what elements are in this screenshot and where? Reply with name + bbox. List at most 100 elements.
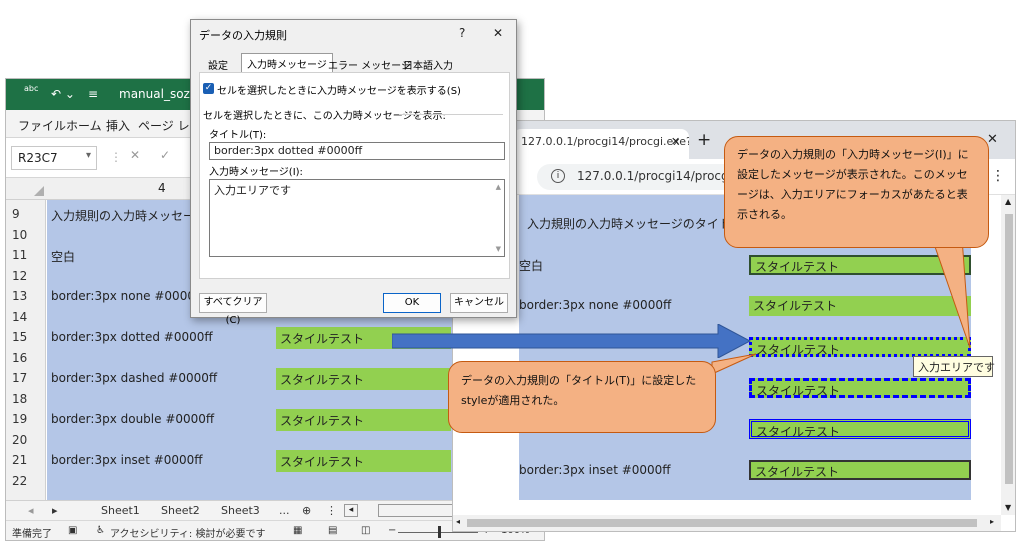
callout-pointer-top (931, 237, 971, 349)
cell-label[interactable]: border:3px none #0000ff (51, 289, 203, 303)
message-textarea[interactable]: 入力エリアです ▲ ▼ (209, 179, 505, 257)
browser-menu-icon[interactable]: ⋮ (991, 168, 1005, 184)
zoom-slider-thumb[interactable] (438, 526, 441, 538)
row-header[interactable]: 11 (6, 245, 46, 265)
callout-bottom: データの入力規則の「タイトル(T)」に設定したstyleが適用された。 (448, 361, 716, 433)
cell-label[interactable]: 空白 (51, 248, 75, 265)
cancel-button[interactable]: キャンセル (450, 293, 508, 313)
close-tab-icon[interactable]: ✕ (671, 135, 680, 148)
qat-customize-icon[interactable]: ≡ (88, 87, 98, 101)
spellcheck-icon[interactable]: abc (24, 84, 38, 93)
ribbon-tab-insert[interactable]: 挿入 (106, 117, 130, 134)
close-window-icon[interactable]: ✕ (987, 132, 998, 147)
help-icon[interactable]: ? (459, 26, 465, 40)
zoom-out-icon[interactable]: − (388, 525, 396, 536)
input-inset[interactable]: スタイルテスト (749, 460, 971, 480)
row-label-inset: border:3px inset #0000ff (519, 463, 671, 477)
title-label: タイトル(T): (209, 130, 267, 141)
show-message-label[interactable]: セルを選択したときに入力時メッセージを表示する(S) (217, 82, 461, 97)
textarea-scroll-up-icon[interactable]: ▲ (496, 183, 501, 191)
close-icon[interactable]: ✕ (493, 26, 503, 40)
row-header[interactable]: 9 (6, 204, 46, 224)
row-header[interactable]: 14 (6, 307, 46, 327)
page-layout-view-icon[interactable]: ▤ (328, 525, 337, 536)
row-header[interactable]: 15 (6, 327, 46, 347)
sheet-tab-3[interactable]: Sheet3 (221, 504, 260, 517)
horizontal-scrollbar-browser[interactable]: ◂ ▸ (453, 515, 1001, 531)
style-test-cell[interactable]: スタイルテスト (276, 409, 451, 431)
cell-label[interactable]: border:3px dashed #0000ff (51, 371, 217, 385)
page-break-view-icon[interactable]: ◫ (361, 525, 370, 536)
hscroll-left-icon[interactable]: ◂ (344, 504, 358, 517)
tab-settings[interactable]: 設定 (203, 55, 233, 73)
dialog-title: データの入力規則 (199, 29, 287, 42)
arrow-icon (392, 324, 752, 358)
input-message-tooltip: 入力エリアです (913, 356, 995, 377)
accessibility-icon[interactable]: ♿ (96, 525, 105, 536)
ok-button[interactable]: OK (383, 293, 441, 313)
vertical-scroll-thumb[interactable] (1005, 214, 1013, 484)
row-header[interactable]: 20 (6, 430, 46, 450)
row-label-none: border:3px none #0000ff (519, 298, 672, 312)
scroll-right-icon[interactable]: ▸ (52, 504, 58, 517)
scroll-left-arrow-icon[interactable]: ◂ (456, 517, 460, 526)
browser-tab[interactable]: 127.0.0.1/procgi14/procgi.exe?P (513, 129, 689, 159)
macro-icon[interactable]: ▣ (68, 525, 77, 536)
page-title: 入力規則の入力時メッセージのタイト (527, 217, 731, 231)
tab-input-message[interactable]: 入力時メッセージ (241, 53, 333, 73)
callout-top: データの入力規則の「入力時メッセージ(I)」に設定したメッセージが表示された。こ… (724, 136, 989, 248)
browser-tab-title: 127.0.0.1/procgi14/procgi.exe?P (521, 135, 689, 148)
row-label-blank: 空白 (519, 259, 544, 273)
textarea-scroll-down-icon[interactable]: ▼ (496, 245, 501, 253)
ribbon-tab-file[interactable]: ファイル (18, 117, 66, 134)
info-icon[interactable]: i (551, 169, 565, 183)
more-icon[interactable]: ⋮ (326, 504, 337, 517)
scroll-left-icon[interactable]: ◂ (28, 504, 34, 517)
row-header[interactable]: 16 (6, 348, 46, 368)
undo-icon[interactable]: ↶ ⌄ (51, 87, 75, 101)
normal-view-icon[interactable]: ▦ (293, 525, 302, 536)
more-sheets[interactable]: ... (279, 504, 290, 517)
row-header[interactable]: 13 (6, 286, 46, 306)
cell-label[interactable]: border:3px dotted #0000ff (51, 330, 213, 344)
sheet-tab-1[interactable]: Sheet1 (101, 504, 140, 517)
status-accessibility[interactable]: アクセシビリティ: 検討が必要です (110, 525, 265, 540)
show-message-checkbox[interactable]: ✓ (203, 83, 214, 94)
row-header[interactable]: 10 (6, 225, 46, 245)
sheet-tab-2[interactable]: Sheet2 (161, 504, 200, 517)
add-sheet-icon[interactable]: ⊕ (302, 504, 311, 517)
message-label: 入力時メッセージ(I): (209, 167, 303, 178)
scroll-right-arrow-icon[interactable]: ▸ (990, 517, 994, 526)
row-header[interactable]: 22 (6, 471, 46, 491)
chevron-down-icon[interactable]: ▾ (86, 150, 91, 161)
name-box[interactable]: R23C7 (11, 146, 97, 170)
row-header[interactable]: 19 (6, 409, 46, 429)
confirm-entry-icon[interactable]: ✓ (160, 148, 170, 162)
style-test-cell[interactable]: スタイルテスト (276, 368, 451, 390)
column-header[interactable]: 4 (158, 181, 166, 195)
cancel-entry-icon[interactable]: ✕ (130, 148, 140, 162)
select-all-icon[interactable] (34, 186, 44, 196)
new-tab-icon[interactable]: + (697, 130, 711, 150)
title-input[interactable]: border:3px dotted #0000ff (209, 142, 505, 160)
row-header[interactable]: 21 (6, 450, 46, 470)
input-double[interactable]: スタイルテスト (749, 419, 971, 439)
cell-label[interactable]: 入力規則の入力時メッセー (51, 207, 195, 224)
style-test-cell[interactable]: スタイルテスト (276, 450, 451, 472)
scroll-up-icon[interactable]: ▲ (1005, 197, 1011, 206)
row-header[interactable]: 17 (6, 368, 46, 388)
message-text: 入力エリアです (214, 184, 291, 197)
row-header[interactable]: 12 (6, 266, 46, 286)
vertical-scrollbar[interactable]: ▲ ▼ (1001, 195, 1015, 515)
cell-label[interactable]: border:3px double #0000ff (51, 412, 214, 426)
ribbon-tab-home[interactable]: ホーム (66, 117, 102, 134)
horizontal-scrollbar[interactable] (378, 504, 454, 517)
row-header[interactable]: 18 (6, 389, 46, 409)
horizontal-scroll-thumb[interactable] (467, 519, 977, 527)
clear-all-button[interactable]: すべてクリア(C) (199, 293, 267, 326)
section-divider (399, 114, 503, 115)
cell-label[interactable]: border:3px inset #0000ff (51, 453, 203, 467)
tab-ime[interactable]: 日本語入力 (398, 55, 458, 73)
input-dashed[interactable]: スタイルテスト (749, 378, 971, 398)
scroll-down-icon[interactable]: ▼ (1005, 503, 1011, 512)
